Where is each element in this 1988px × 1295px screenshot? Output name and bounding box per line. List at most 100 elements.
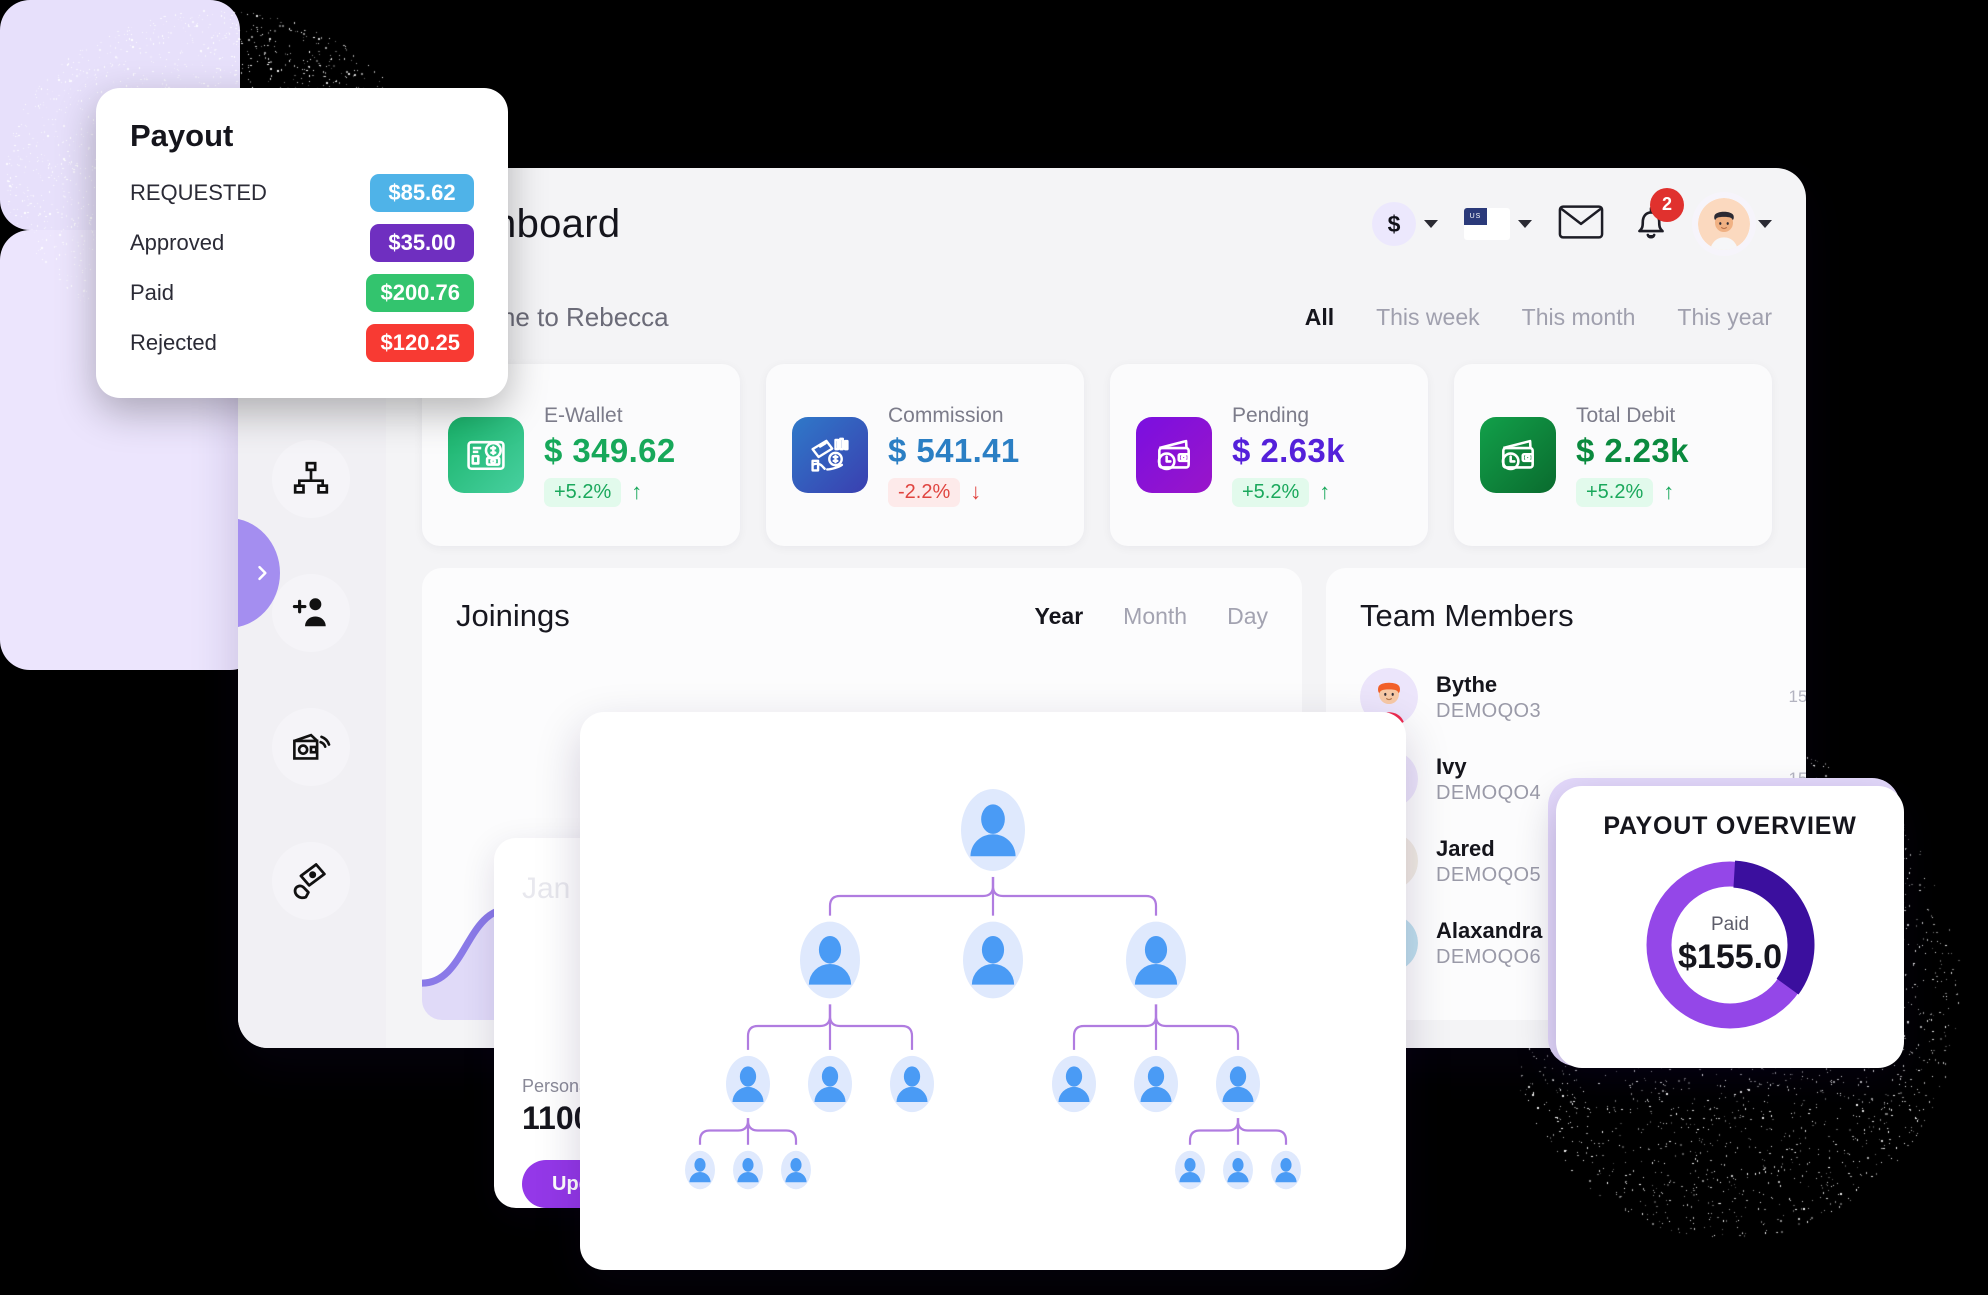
sidebar-item-add-user[interactable] <box>272 574 350 652</box>
currency-icon: $ <box>1372 202 1416 246</box>
notification-badge: 2 <box>1650 188 1684 222</box>
user-node-icon[interactable] <box>775 1145 817 1195</box>
wallet-clock-icon <box>1136 417 1212 493</box>
payout-overview-card: PAYOUT OVERVIEW Paid $155.0 <box>1556 786 1904 1068</box>
joinings-header: Joinings Year Month Day <box>422 568 1302 634</box>
wallet-wireless-icon <box>290 726 332 768</box>
stat-cards: E-Wallet $ 349.62 +5.2% ↑ Commission $ 5… <box>422 364 1772 546</box>
payout-amount: $200.76 <box>366 274 474 312</box>
wallet-dollar-icon <box>448 417 524 493</box>
payout-card: Payout REQUESTED $85.62 Approved $35.00 … <box>96 88 508 398</box>
user-node-icon[interactable] <box>1128 1050 1184 1118</box>
filter-tab-all[interactable]: All <box>1305 304 1334 331</box>
payout-label: Paid <box>130 280 174 306</box>
user-node-icon[interactable] <box>720 1050 776 1118</box>
user-node-icon[interactable] <box>727 1145 769 1195</box>
delta-pill: +5.2% <box>1576 478 1653 507</box>
payout-row: Approved $35.00 <box>130 218 474 268</box>
stat-card-commission[interactable]: Commission $ 541.41 -2.2% ↓ <box>766 364 1084 546</box>
sidebar-item-payout[interactable] <box>272 842 350 920</box>
member-name: Alaxandra <box>1436 918 1542 944</box>
currency-selector[interactable]: $ <box>1372 202 1438 246</box>
screenshot-canvas: LOGO <box>0 0 1988 1295</box>
cash-hand-icon <box>289 859 333 903</box>
wallet-clock-icon <box>1480 417 1556 493</box>
payout-amount: $85.62 <box>370 174 474 212</box>
stat-value: $ 349.62 <box>544 432 676 470</box>
profile-menu[interactable] <box>1698 198 1772 250</box>
donut-value: $155.0 <box>1678 938 1782 977</box>
joinings-title: Joinings <box>456 598 570 634</box>
chevron-right-icon <box>252 560 272 586</box>
member-date: 15 Aug 2023 <box>1789 687 1806 707</box>
filter-tab-this-year[interactable]: This year <box>1677 304 1772 331</box>
filter-tabs: All This week This month This year <box>1305 304 1772 331</box>
user-node-icon[interactable] <box>802 1050 858 1118</box>
user-avatar <box>1698 198 1750 250</box>
payout-card-title: Payout <box>130 118 474 154</box>
stat-card-pending[interactable]: Pending $ 2.63k +5.2% ↑ <box>1110 364 1428 546</box>
member-id: DEMOQO3 <box>1436 700 1541 723</box>
user-node-icon[interactable] <box>884 1050 940 1118</box>
messages-button[interactable] <box>1558 204 1604 245</box>
stat-delta: +5.2% ↑ <box>544 478 676 507</box>
payout-row: REQUESTED $85.62 <box>130 168 474 218</box>
stat-value: $ 541.41 <box>888 432 1020 470</box>
filter-tab-this-week[interactable]: This week <box>1376 304 1480 331</box>
stat-label: Total Debit <box>1576 404 1689 428</box>
joinings-tab-month[interactable]: Month <box>1123 603 1187 630</box>
chevron-down-icon <box>1758 220 1772 228</box>
genealogy-tree-card <box>580 712 1406 1270</box>
welcome-row: Welcome to Rebecca All This week This mont… <box>386 280 1806 354</box>
user-node-icon[interactable] <box>1046 1050 1102 1118</box>
payout-amount: $35.00 <box>370 224 474 262</box>
member-name: Ivy <box>1436 754 1541 780</box>
notifications-button[interactable]: 2 <box>1630 200 1672 249</box>
stat-value: $ 2.63k <box>1232 432 1345 470</box>
delta-pill: -2.2% <box>888 478 960 507</box>
sidebar-item-network[interactable] <box>272 440 350 518</box>
language-selector[interactable]: US <box>1464 208 1532 240</box>
member-id: DEMOQO4 <box>1436 782 1541 805</box>
stat-delta: +5.2% ↑ <box>1232 478 1345 507</box>
payout-rows: REQUESTED $85.62 Approved $35.00 Paid $2… <box>130 168 474 368</box>
filter-tab-this-month[interactable]: This month <box>1522 304 1636 331</box>
envelope-icon <box>1558 204 1604 245</box>
user-node-icon[interactable] <box>955 783 1031 877</box>
network-tree-icon <box>291 459 331 499</box>
us-flag-icon: US <box>1464 208 1510 240</box>
joinings-tab-year[interactable]: Year <box>1035 603 1084 630</box>
stat-delta: -2.2% ↓ <box>888 478 1020 507</box>
user-node-icon[interactable] <box>1265 1145 1307 1195</box>
member-id: DEMOQO6 <box>1436 946 1542 969</box>
user-node-icon[interactable] <box>1210 1050 1266 1118</box>
payout-label: Rejected <box>130 330 217 356</box>
user-node-icon[interactable] <box>1120 916 1192 1005</box>
user-node-icon[interactable] <box>1217 1145 1259 1195</box>
stat-delta: +5.2% ↑ <box>1576 478 1689 507</box>
donut-center: Paid $155.0 <box>1640 855 1820 1035</box>
up-arrow-icon: ↑ <box>1663 479 1674 505</box>
up-arrow-icon: ↑ <box>631 479 642 505</box>
member-name: Jared <box>1436 836 1541 862</box>
user-node-icon[interactable] <box>1169 1145 1211 1195</box>
payout-row: Rejected $120.25 <box>130 318 474 368</box>
payout-overview-title: PAYOUT OVERVIEW <box>1556 812 1904 841</box>
delta-pill: +5.2% <box>1232 478 1309 507</box>
payout-donut-chart: Paid $155.0 <box>1640 855 1820 1035</box>
sidebar-item-wallet[interactable] <box>272 708 350 786</box>
stat-label: E-Wallet <box>544 404 676 428</box>
payout-label: REQUESTED <box>130 180 267 206</box>
stat-card-total-debit[interactable]: Total Debit $ 2.23k +5.2% ↑ <box>1454 364 1772 546</box>
genealogy-tree[interactable] <box>580 712 1406 1270</box>
stat-label: Commission <box>888 404 1020 428</box>
user-node-icon[interactable] <box>679 1145 721 1195</box>
team-member-row[interactable]: Bythe DEMOQO3 15 Aug 2023 <box>1360 656 1806 738</box>
donut-label: Paid <box>1711 914 1749 936</box>
payout-row: Paid $200.76 <box>130 268 474 318</box>
add-user-icon <box>290 592 332 634</box>
user-node-icon[interactable] <box>794 916 866 1005</box>
up-arrow-icon: ↑ <box>1319 479 1330 505</box>
joinings-tab-day[interactable]: Day <box>1227 603 1268 630</box>
user-node-icon[interactable] <box>957 916 1029 1005</box>
